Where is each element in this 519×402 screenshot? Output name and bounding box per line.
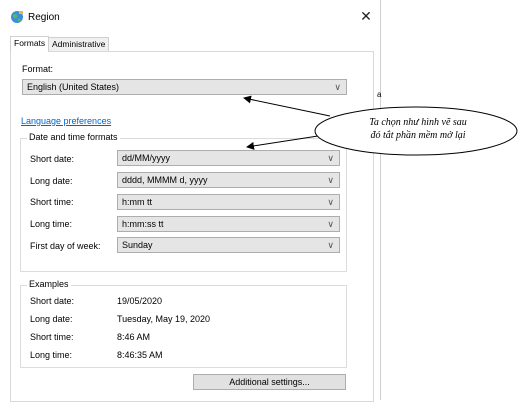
annotation-line-1: Ta chọn như hình vẽ sau [369,117,467,128]
annotation-arrow-to-format [243,95,331,117]
annotation-arrow-to-date-formats [246,135,319,150]
annotation-text: Ta chọn như hình vẽ sau đó tắt phần mềm … [330,116,506,142]
tab-formats[interactable]: Formats [10,36,50,52]
annotation-overlay [243,95,518,156]
annotation-line-2: đó tắt phần mềm mở lại [370,130,466,141]
